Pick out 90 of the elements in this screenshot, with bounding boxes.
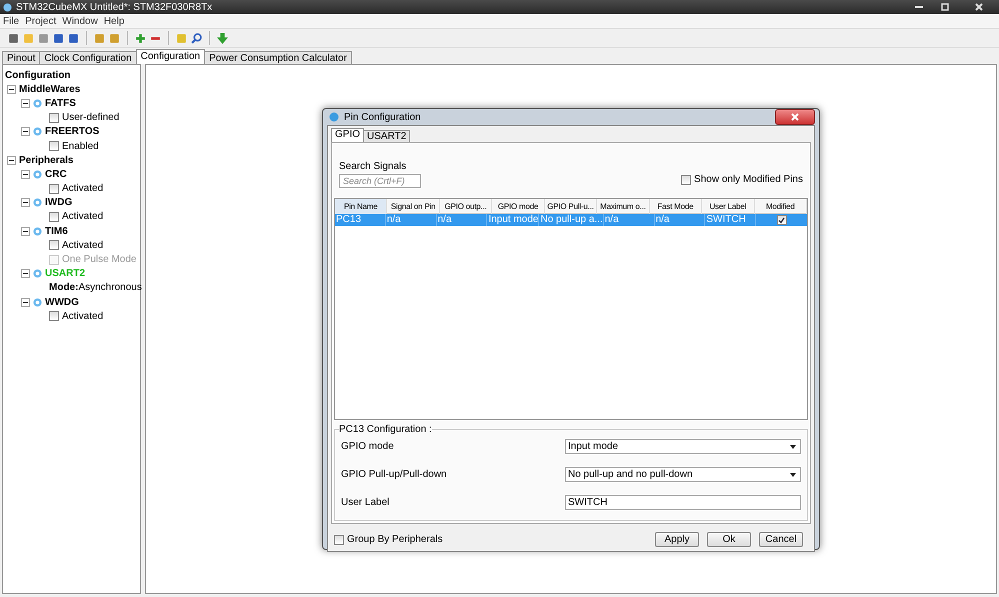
checkbox-label: Show only Modified Pins	[694, 174, 803, 185]
checkbox[interactable]	[49, 212, 59, 222]
gear-icon	[33, 226, 42, 236]
field-label: GPIO mode	[341, 441, 395, 452]
tree-category[interactable]: Peripherals	[19, 154, 74, 166]
collapse-icon[interactable]	[21, 198, 30, 208]
dialog-button[interactable]: Cancel	[759, 532, 803, 547]
gear-icon	[33, 127, 42, 136]
gear-icon	[33, 298, 42, 307]
collapse-icon[interactable]	[7, 84, 16, 94]
close-icon	[791, 113, 799, 121]
table-cell: n/a	[604, 214, 655, 226]
dialog-button[interactable]: Apply	[655, 532, 699, 547]
tab[interactable]: Configuration	[136, 49, 206, 64]
dialog-title: Pin Configuration	[344, 112, 421, 122]
app-icon	[3, 2, 12, 12]
search-icon[interactable]	[191, 32, 202, 44]
gear-icon	[33, 98, 42, 108]
tree-root: Configuration	[5, 70, 71, 81]
collapse-icon[interactable]	[21, 226, 30, 236]
dialog-tab[interactable]: USART2	[363, 130, 410, 142]
option-label: Enabled	[62, 140, 99, 152]
mode-value: Asynchronous	[78, 282, 142, 294]
checkbox[interactable]	[49, 311, 59, 322]
checkbox[interactable]	[776, 215, 787, 225]
app-icon	[329, 112, 339, 122]
option-label: Activated	[62, 240, 104, 251]
window-title: STM32CubeMX Untitled*: STM32F030R8Tx	[16, 2, 212, 12]
tab[interactable]: Power Consumption Calculator	[204, 51, 352, 64]
tree-module[interactable]: WWDG	[45, 296, 79, 308]
table-cell: Input mode	[487, 214, 540, 226]
minimize-icon	[915, 6, 923, 8]
tree-module[interactable]: FATFS	[45, 98, 76, 109]
tree-module[interactable]: CRC	[45, 168, 67, 180]
menu-item[interactable]: Project	[25, 16, 56, 26]
menu-item[interactable]: Help	[104, 16, 124, 26]
gear-icon	[33, 170, 42, 179]
option-label: Activated	[62, 211, 104, 222]
tree-module[interactable]: TIM6	[45, 226, 68, 237]
down-arrow-icon[interactable]	[217, 32, 228, 44]
checkbox[interactable]	[681, 174, 692, 184]
mode-label: Mode:	[49, 282, 78, 294]
checkbox[interactable]	[49, 112, 59, 123]
group-title: PC13 Configuration :	[339, 424, 432, 435]
search-label: Search Signals	[339, 161, 408, 172]
option-label: One Pulse Mode	[62, 254, 136, 266]
input-field[interactable]: SWITCH	[565, 495, 801, 510]
menu-item[interactable]: Window	[62, 16, 98, 26]
tab[interactable]: Clock Configuration	[39, 51, 137, 64]
dialog-tab[interactable]: GPIO	[331, 128, 364, 142]
tree-module[interactable]: FREERTOS	[45, 126, 100, 138]
table-cell: n/a	[654, 214, 706, 226]
option-label: User-defined	[62, 112, 120, 124]
checkbox-label: Group By Peripherals	[347, 534, 443, 545]
field-label: GPIO Pull-up/Pull-down	[341, 469, 448, 480]
column-header[interactable]: Pin Name	[335, 199, 388, 214]
option-label: Activated	[62, 310, 104, 322]
table-cell: n/a	[386, 214, 437, 226]
menu-item[interactable]: File	[3, 16, 20, 26]
field-label: User Label	[341, 497, 390, 508]
collapse-icon[interactable]	[21, 269, 30, 278]
checkbox[interactable]	[334, 534, 344, 544]
collapse-icon[interactable]	[21, 98, 30, 108]
caret-icon	[790, 444, 796, 448]
collapse-icon[interactable]	[7, 156, 16, 165]
dialog-button[interactable]: Ok	[707, 532, 751, 547]
table-cell: No pull-up a...	[539, 214, 604, 226]
checkbox[interactable]	[49, 184, 59, 194]
checkbox[interactable]	[49, 141, 59, 152]
tree-category[interactable]: MiddleWares	[19, 84, 80, 95]
option-label: Activated	[62, 183, 104, 194]
tab[interactable]: Pinout	[2, 51, 40, 64]
search-field[interactable]: Search (Crtl+F)	[339, 174, 421, 188]
close-icon	[975, 3, 983, 11]
collapse-icon[interactable]	[21, 127, 30, 136]
plus-icon[interactable]	[135, 32, 146, 44]
checkbox[interactable]	[49, 240, 59, 250]
close-button[interactable]	[775, 109, 815, 125]
caret-icon	[790, 472, 796, 476]
dropdown[interactable]: Input mode	[565, 439, 801, 454]
collapse-icon[interactable]	[21, 298, 30, 307]
collapse-icon[interactable]	[21, 170, 30, 179]
table-cell: n/a	[436, 214, 488, 226]
gear-icon	[33, 269, 42, 278]
table-cell: PC13	[335, 214, 386, 226]
maximize-icon	[941, 3, 949, 11]
dropdown[interactable]: No pull-up and no pull-down	[565, 467, 801, 482]
table-cell: SWITCH	[705, 214, 756, 226]
gear-icon	[33, 198, 42, 208]
tree-module[interactable]: IWDG	[45, 197, 72, 208]
